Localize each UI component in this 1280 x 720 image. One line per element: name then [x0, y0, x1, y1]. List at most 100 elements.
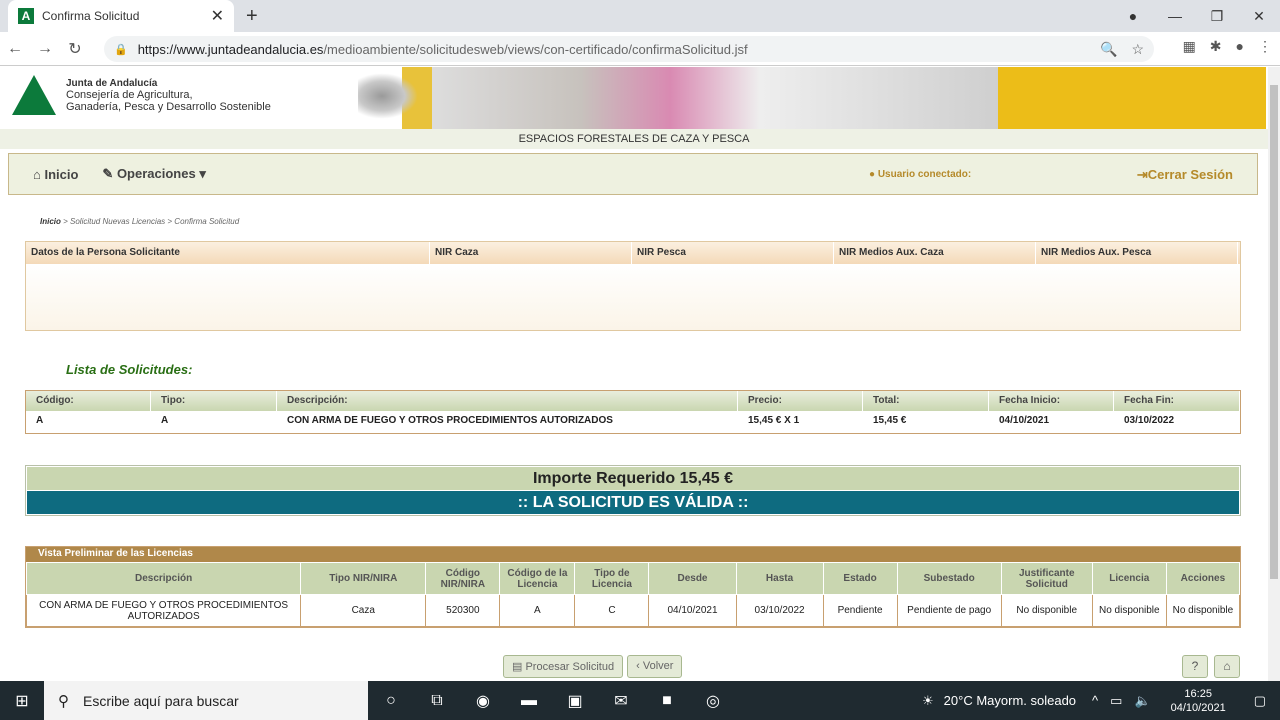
url-text: https://www.juntadeandalucia.es/medioamb…	[137, 41, 748, 57]
td-codigo-nir: 520300	[425, 594, 501, 627]
cortana-icon[interactable]: ○	[368, 692, 414, 710]
new-tab-icon[interactable]: +	[246, 5, 258, 28]
banner-yellow-block	[998, 67, 1266, 129]
breadcrumb-home[interactable]: Inicio	[40, 217, 61, 226]
edge-icon[interactable]: ◉	[460, 691, 506, 711]
org-name: Junta de Andalucía	[66, 77, 158, 89]
browser-tab[interactable]: A Confirma Solicitud ✕	[8, 0, 234, 32]
preliminar-caption: Vista Preliminar de las Licencias	[26, 547, 1240, 562]
app-red-icon[interactable]: ■	[644, 692, 690, 710]
th-licencia: Licencia	[1091, 562, 1167, 595]
importe-amount: Importe Requerido 15,45 €	[27, 467, 1239, 490]
close-tab-icon[interactable]: ✕	[211, 6, 224, 26]
cell-tipo: A	[161, 415, 169, 426]
cell-precio: 15,45 € X 1	[748, 415, 800, 426]
minimize-icon[interactable]: —	[1154, 8, 1196, 24]
help-button[interactable]: ?	[1182, 655, 1208, 678]
page-scrollbar[interactable]	[1268, 67, 1280, 681]
taskbar-search-input[interactable]: ⚲ Escribe aquí para buscar	[44, 681, 368, 720]
site-favicon-icon: A	[18, 8, 34, 24]
logout-link[interactable]: ⇥Cerrar Sesión	[1137, 167, 1233, 183]
zoom-icon[interactable]: 🔍	[1100, 41, 1117, 58]
td-hasta: 03/10/2022	[735, 594, 824, 627]
table-row: CON ARMA DE FUEGO Y OTROS PROCEDIMIENTOS…	[25, 594, 1241, 627]
banner-photo	[402, 67, 998, 129]
notifications-icon[interactable]: ▢	[1254, 693, 1266, 709]
action-buttons: ▤ Procesar Solicitud ‹ Volver	[503, 655, 683, 678]
td-descripcion: CON ARMA DE FUEGO Y OTROS PROCEDIMIENTOS…	[25, 594, 302, 627]
col-precio: Precio:	[738, 391, 863, 411]
col-codigo: Código:	[26, 391, 151, 411]
extension-icons: ▦ ✱ ● ⋮	[1183, 38, 1272, 55]
main-navbar: ⌂ Inicio ✎ Operaciones ▾ ● Usuario conec…	[8, 153, 1258, 195]
tray-up-icon[interactable]: ^	[1092, 693, 1098, 708]
bookmark-star-icon[interactable]: ☆	[1131, 41, 1144, 58]
url-input[interactable]: 🔒 https://www.juntadeandalucia.es/medioa…	[104, 36, 1154, 62]
junta-logo[interactable]: Junta de Andalucía Consejería de Agricul…	[12, 75, 271, 115]
col-descripcion: Descripción:	[277, 391, 738, 411]
network-icon[interactable]: ▭	[1110, 693, 1122, 709]
persona-body	[26, 264, 1240, 330]
address-bar: ← → ↻ 🔒 https://www.juntadeandalucia.es/…	[0, 32, 1280, 66]
web-page: Junta de Andalucía Consejería de Agricul…	[0, 67, 1268, 681]
right-buttons: ? ⌂	[1182, 655, 1240, 678]
th-justificante: Justificante Solicitud	[1000, 562, 1093, 595]
preliminar-table: Vista Preliminar de las Licencias Descri…	[25, 546, 1241, 628]
profile-dot-icon[interactable]: ●	[1112, 8, 1154, 24]
back-icon[interactable]: ←	[0, 40, 30, 58]
nir-aux-caza-header: NIR Medios Aux. Caza	[834, 242, 1036, 264]
system-tray: ☀ 20°C Mayorm. soleado ^ ▭ 🔈 16:25 04/10/…	[922, 681, 1280, 720]
connected-user-label: ● Usuario conectado:	[869, 169, 972, 180]
clock[interactable]: 16:25 04/10/2021	[1171, 687, 1226, 715]
weather-text[interactable]: 20°C Mayorm. soleado	[944, 693, 1076, 708]
extensions-icon[interactable]: ✱	[1210, 38, 1222, 55]
breadcrumb: Inicio > Solicitud Nuevas Licencias > Co…	[40, 217, 240, 226]
chrome-icon[interactable]: ◎	[690, 691, 736, 711]
maximize-icon[interactable]: ❐	[1196, 8, 1238, 25]
th-acciones: Acciones	[1165, 562, 1241, 595]
close-window-icon[interactable]: ✕	[1238, 8, 1280, 25]
weather-icon[interactable]: ☀	[922, 693, 934, 709]
persona-header: Datos de la Persona Solicitante	[26, 242, 430, 264]
menu-icon[interactable]: ⋮	[1258, 38, 1272, 55]
mail-icon[interactable]: ✉	[598, 691, 644, 711]
store-icon[interactable]: ▣	[552, 691, 598, 711]
nav-operaciones[interactable]: ✎ Operaciones ▾	[102, 166, 205, 182]
td-tipo-licencia: C	[574, 594, 650, 627]
td-acciones: No disponible	[1165, 594, 1241, 627]
col-tipo: Tipo:	[151, 391, 277, 411]
task-view-icon[interactable]: ⧉	[414, 692, 460, 710]
profile-icon[interactable]: ●	[1236, 38, 1244, 55]
dept-line-1: Consejería de Agricultura,	[66, 88, 193, 101]
site-subtitle: ESPACIOS FORESTALES DE CAZA Y PESCA	[0, 129, 1268, 149]
volver-button[interactable]: ‹ Volver	[627, 655, 683, 678]
forward-icon[interactable]: →	[30, 40, 60, 58]
file-explorer-icon[interactable]: ▬	[506, 692, 552, 710]
persona-table: Datos de la Persona Solicitante NIR Caza…	[25, 241, 1241, 331]
procesar-solicitud-button[interactable]: ▤ Procesar Solicitud	[503, 655, 624, 678]
header-banner: Junta de Andalucía Consejería de Agricul…	[0, 67, 1268, 129]
windows-start-icon[interactable]: ⊞	[0, 691, 44, 711]
nir-caza-header: NIR Caza	[430, 242, 632, 264]
th-tipo-licencia: Tipo de Licencia	[574, 562, 650, 595]
search-icon: ⚲	[58, 692, 69, 710]
importe-box: Importe Requerido 15,45 € :: LA SOLICITU…	[25, 465, 1241, 516]
td-codigo-licencia: A	[499, 594, 576, 627]
th-tipo-nir: Tipo NIR/NIRA	[300, 562, 427, 595]
volume-icon[interactable]: 🔈	[1134, 693, 1150, 709]
lista-title: Lista de Solicitudes:	[66, 362, 193, 377]
home-icon[interactable]: ⌂	[1214, 655, 1240, 678]
tab-bar: A Confirma Solicitud ✕ + ● — ❐ ✕	[0, 0, 1280, 32]
col-fecha-fin: Fecha Fin:	[1114, 391, 1240, 411]
cell-fecha-inicio: 04/10/2021	[999, 415, 1050, 426]
nav-inicio[interactable]: ⌂ Inicio	[33, 167, 78, 182]
scrollbar-thumb[interactable]	[1270, 85, 1278, 579]
grid-icon[interactable]: ▦	[1183, 38, 1196, 55]
dept-line-2: Ganadería, Pesca y Desarrollo Sostenible	[66, 100, 271, 113]
windows-taskbar: ⊞ ⚲ Escribe aquí para buscar ○ ⧉ ◉ ▬ ▣ ✉ …	[0, 681, 1280, 720]
tab-title: Confirma Solicitud	[42, 9, 140, 23]
lock-icon[interactable]: 🔒	[114, 43, 128, 56]
col-total: Total:	[863, 391, 989, 411]
cell-descripcion: CON ARMA DE FUEGO Y OTROS PROCEDIMIENTOS…	[287, 415, 613, 426]
reload-icon[interactable]: ↻	[60, 39, 90, 59]
